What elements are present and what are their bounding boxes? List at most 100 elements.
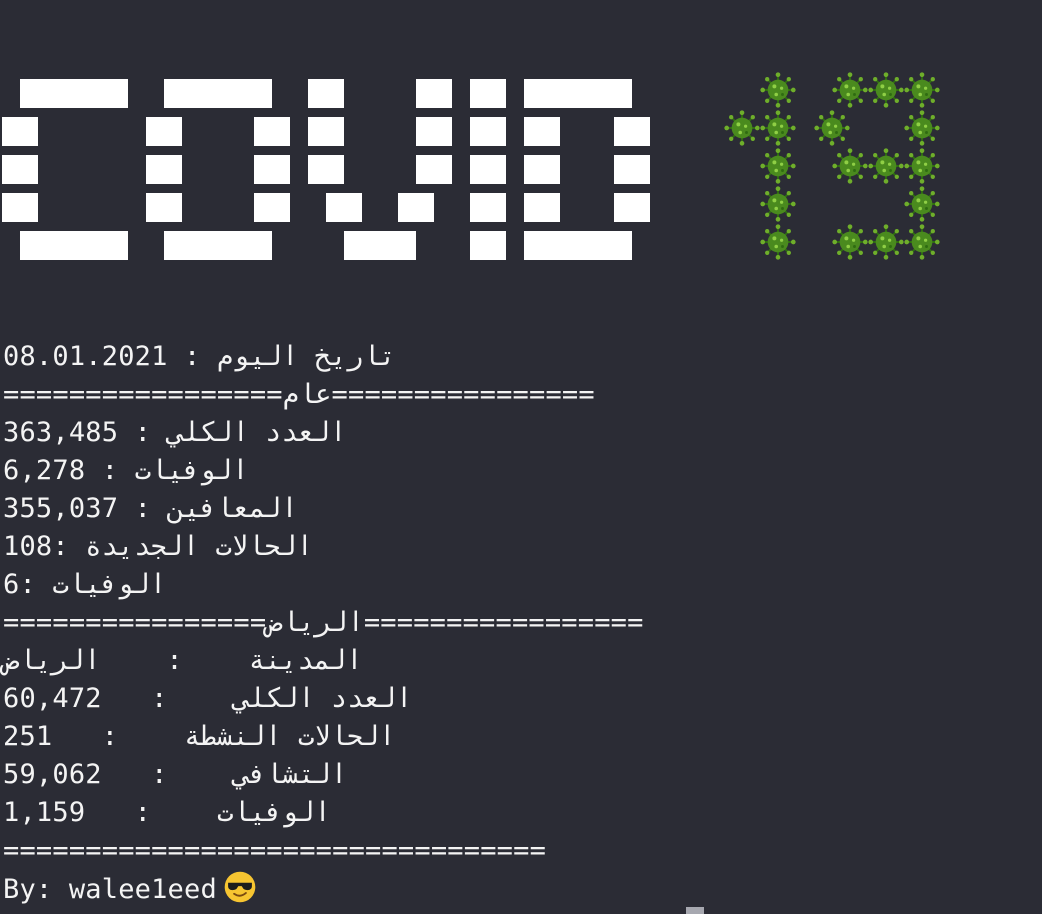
rule-right: ================ (331, 379, 595, 410)
city-total-line: 60,472 : العدد الكلي (3, 680, 1033, 718)
virus-icon (760, 186, 796, 222)
banner-block (398, 193, 434, 222)
city-recovered-line: 59,062 : التشافي (3, 756, 1033, 794)
terminal-output: 08.01.2021 : تاريخ اليوم ===============… (3, 338, 1033, 908)
general-section-rule: =================عام================ (3, 376, 1033, 414)
city-recovered-value: 59,062 (3, 759, 102, 790)
city-value: الرياض (3, 645, 101, 676)
city-deaths-line: 1,159 : الوفيات (3, 794, 1033, 832)
virus-icon (904, 110, 940, 146)
virus-icon (832, 148, 868, 184)
banner-block (614, 117, 650, 146)
deaths-label: الوفيات (134, 455, 249, 486)
new-deaths-value: 6: (3, 569, 36, 600)
virus-icon (760, 72, 796, 108)
terminal-cursor (686, 907, 704, 914)
banner-block (524, 193, 560, 222)
rule-left: ================ (3, 607, 267, 638)
virus-icon (832, 224, 868, 260)
banner-block (470, 231, 506, 260)
virus-icon (904, 224, 940, 260)
city-active-label: الحالات النشطة (184, 721, 396, 752)
virus-icon (904, 72, 940, 108)
bottom-rule: ================================= (3, 835, 547, 866)
virus-icon (760, 224, 796, 260)
banner-block (308, 155, 344, 184)
banner-block (254, 117, 290, 146)
banner-block (20, 79, 128, 108)
banner-block (524, 231, 632, 260)
byline: By: walee1eed (3, 870, 1033, 908)
banner-block (614, 155, 650, 184)
banner-block (470, 155, 506, 184)
city-active-value: 251 (3, 721, 53, 752)
banner-block (146, 155, 182, 184)
city-deaths-label: الوفيات (216, 797, 331, 828)
banner-block (470, 117, 506, 146)
city-label: المدينة (248, 645, 363, 676)
total-value: 363,485 (3, 417, 119, 448)
new-cases-label: الحالات الجديدة (85, 531, 313, 562)
virus-icon (724, 110, 760, 146)
deaths-value: 6,278 (3, 455, 86, 486)
banner-block (326, 193, 362, 222)
banner-block (164, 79, 272, 108)
city-recovered-label: التشافي (233, 759, 348, 790)
banner-block (524, 155, 560, 184)
banner-block (416, 155, 452, 184)
city-total-label: العدد الكلي (233, 683, 413, 714)
recovered-line: 355,037 : المعافين (3, 490, 1033, 528)
byline-text: By: walee1eed (3, 874, 217, 905)
banner-block (254, 155, 290, 184)
banner-block (308, 79, 344, 108)
virus-icon (760, 148, 796, 184)
date-line: 08.01.2021 : تاريخ اليوم (3, 338, 1033, 376)
rule-right: ================= (363, 607, 644, 638)
recovered-label: المعافين (167, 493, 298, 524)
banner-block (308, 117, 344, 146)
banner-block (470, 193, 506, 222)
city-line: الرياض : المدينة (3, 642, 1033, 680)
virus-icon (868, 224, 904, 260)
banner-block (614, 193, 650, 222)
virus-icon (760, 110, 796, 146)
city-active-line: 251 : الحالات النشطة (3, 718, 1033, 756)
banner-block (2, 117, 38, 146)
banner-block (20, 231, 128, 260)
virus-icon (814, 110, 850, 146)
virus-icon (904, 148, 940, 184)
new-cases-line: 108: الحالات الجديدة (3, 528, 1033, 566)
banner-block (416, 117, 452, 146)
virus-icon (832, 72, 868, 108)
banner-block (470, 79, 506, 108)
general-section-title: عام (282, 379, 332, 410)
banner-block (2, 155, 38, 184)
banner-block (146, 193, 182, 222)
banner-block (2, 193, 38, 222)
new-cases-value: 108: (3, 531, 69, 562)
banner-block (254, 193, 290, 222)
banner-block (524, 79, 632, 108)
new-deaths-label: الوفيات (52, 569, 167, 600)
virus-icon (868, 72, 904, 108)
virus-icon (904, 186, 940, 222)
city-section-title: الرياض (266, 607, 364, 638)
recovered-value: 355,037 (3, 493, 119, 524)
date-label: تاريخ اليوم (216, 341, 396, 372)
banner-block (524, 117, 560, 146)
deaths-line: 6,278 : الوفيات (3, 452, 1033, 490)
date-value: 08.01.2021 (3, 341, 168, 372)
total-cases-line: 363,485 : العدد الكلي (3, 414, 1033, 452)
new-deaths-line: 6: الوفيات (3, 566, 1033, 604)
sunglasses-face-icon (223, 870, 257, 904)
banner-block (416, 79, 452, 108)
city-deaths-value: 1,159 (3, 797, 86, 828)
banner-block (146, 117, 182, 146)
banner-block (164, 231, 272, 260)
covid19-ascii-banner (0, 0, 1042, 300)
city-section-rule: ================الرياض================= (3, 604, 1033, 642)
virus-icon (868, 148, 904, 184)
total-label: العدد الكلي (167, 417, 347, 448)
rule-left: ================= (3, 379, 283, 410)
city-total-value: 60,472 (3, 683, 102, 714)
